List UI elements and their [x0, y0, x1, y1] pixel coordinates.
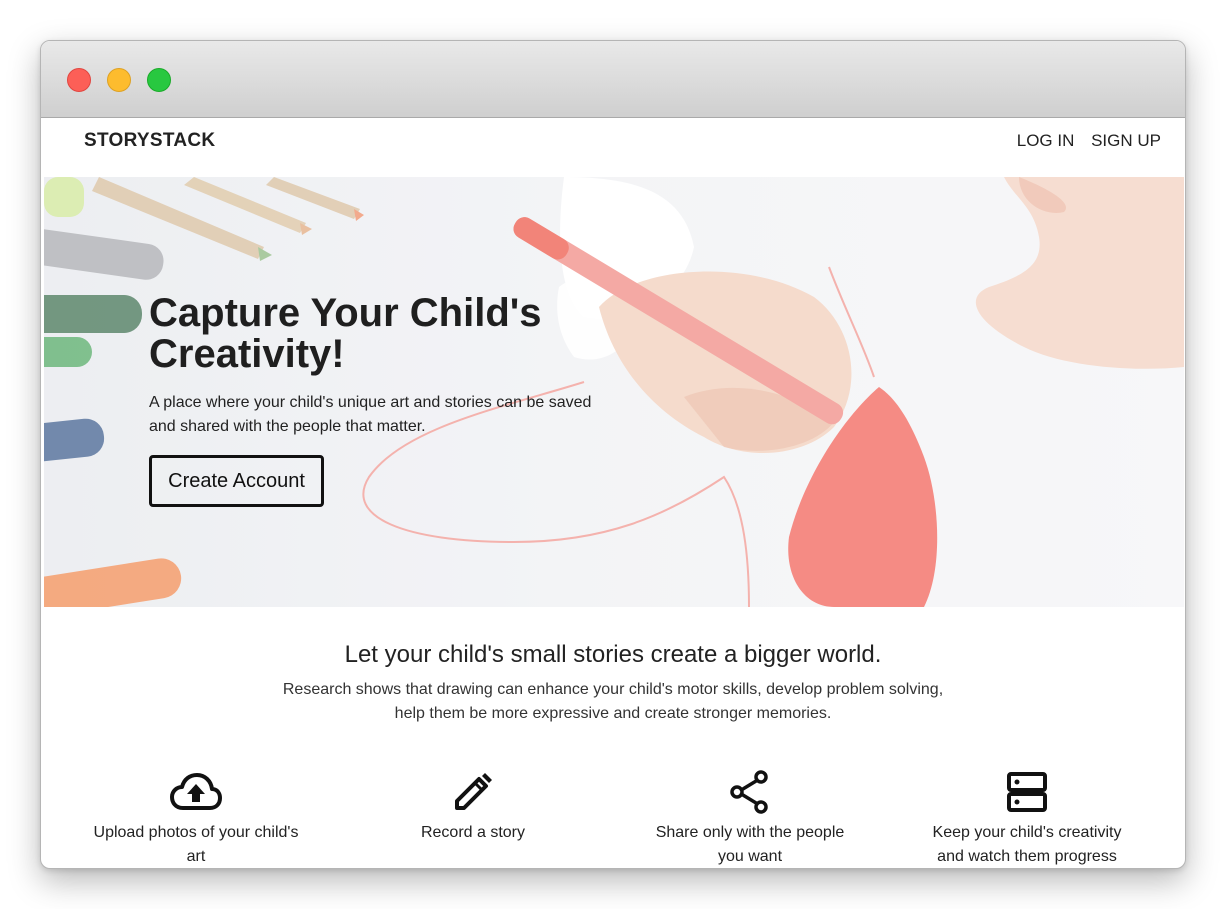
feature-storage-label: Keep your child's creativity and watch t… — [932, 824, 1122, 865]
window-titlebar — [41, 41, 1185, 118]
brand-logo[interactable]: STORYSTACK — [84, 130, 215, 152]
pencil-icon — [338, 768, 608, 816]
storage-icon — [892, 768, 1162, 816]
create-account-button[interactable]: Create Account — [149, 455, 324, 507]
feature-record-label: Record a story — [420, 824, 526, 841]
feature-upload-label: Upload photos of your child's art — [93, 824, 299, 865]
browser-window: STORYSTACK LOG IN SIGN UP Capture Your C… — [40, 40, 1186, 869]
top-navbar: STORYSTACK LOG IN SIGN UP — [41, 118, 1185, 177]
hero-title: Capture Your Child's Creativity! — [149, 291, 542, 376]
signup-link[interactable]: SIGN UP — [1091, 131, 1161, 150]
feature-storage: Keep your child's creativity and watch t… — [892, 768, 1162, 868]
hero-subtitle: A place where your child's unique art an… — [149, 394, 592, 435]
feature-record: Record a story — [338, 768, 608, 845]
feature-upload: Upload photos of your child's art — [61, 768, 331, 868]
nav-links: LOG IN SIGN UP — [1005, 131, 1161, 151]
intro-title: Let your child's small stories create a … — [344, 641, 882, 668]
intro-text: Research shows that drawing can enhance … — [282, 681, 944, 722]
cloud-upload-icon — [61, 768, 331, 816]
maximize-window-button[interactable] — [147, 68, 171, 92]
hero-section: Capture Your Child's Creativity! A place… — [44, 177, 1184, 607]
share-icon — [615, 768, 885, 816]
minimize-window-button[interactable] — [107, 68, 131, 92]
feature-share-label: Share only with the people you want — [655, 824, 845, 865]
close-window-button[interactable] — [67, 68, 91, 92]
feature-share: Share only with the people you want — [615, 768, 885, 868]
login-link[interactable]: LOG IN — [1017, 131, 1075, 150]
